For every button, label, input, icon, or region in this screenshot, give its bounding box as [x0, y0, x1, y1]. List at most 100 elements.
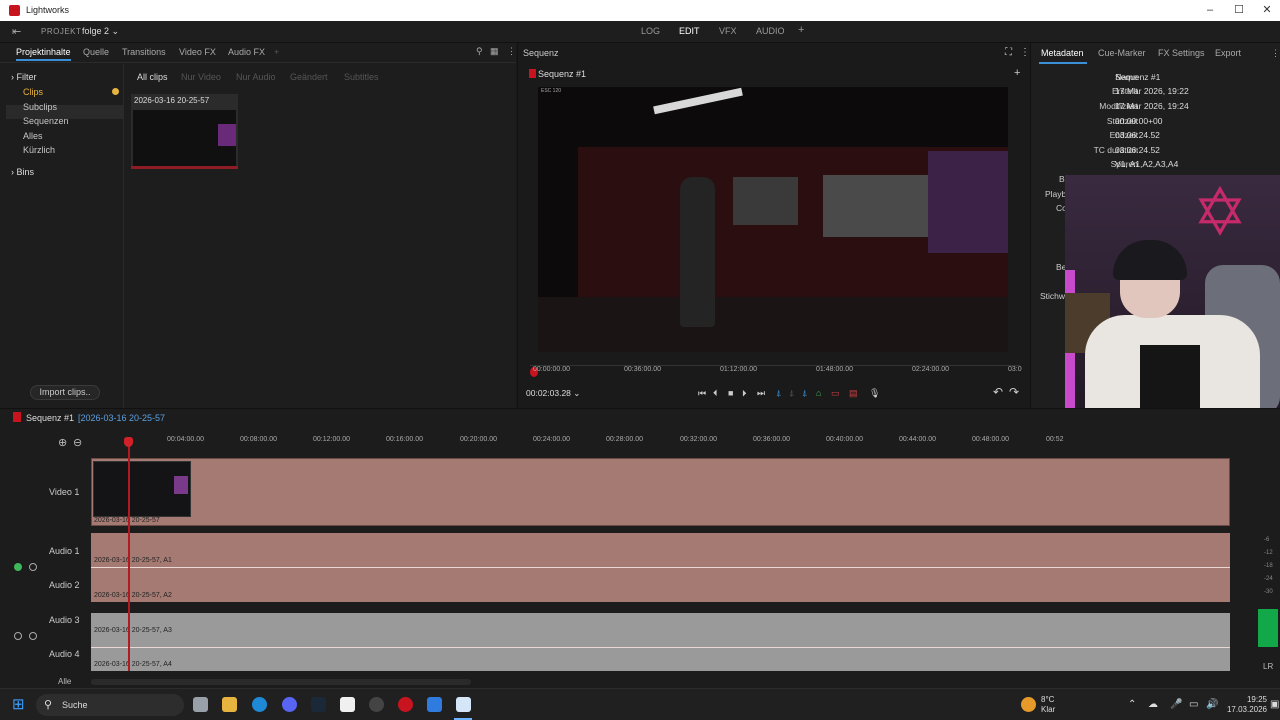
add-cue-icon[interactable]: ⌂ [816, 388, 821, 398]
windows-start-icon[interactable]: ⊞ [12, 697, 27, 712]
mark-out-icon[interactable]: ⍋ [802, 388, 807, 399]
viewer-timecode[interactable]: 00:02:03.28 ⌄ [526, 388, 580, 399]
clear-marks-icon[interactable]: ⍋ [789, 388, 794, 399]
minimize-button[interactable]: – [1200, 3, 1220, 18]
tab-audio[interactable]: AUDIO [756, 26, 785, 36]
record-voiceover-icon[interactable]: 🎙 [869, 388, 880, 399]
stop-icon[interactable]: ■ [728, 388, 733, 398]
viewer-ruler[interactable]: 00:00:00.00 00:36:00.00 01:12:00.00 01:4… [530, 366, 1022, 376]
filter-all-clips[interactable]: All clips [137, 72, 168, 82]
playhead-handle[interactable] [124, 437, 133, 447]
mark-in-icon[interactable]: ⍋ [776, 388, 781, 399]
sidebar-item-subclips[interactable]: Subclips [23, 102, 57, 112]
tab-fx-settings[interactable]: FX Settings [1158, 48, 1205, 58]
timeline-clip-name[interactable]: [2026-03-16 20-25-57 [78, 413, 165, 423]
tab-audio-fx[interactable]: Audio FX [228, 47, 265, 57]
clip-thumbnail[interactable]: 2026-03-16 20-25-57 [131, 94, 238, 169]
sidebar-item-kurzlich[interactable]: Kürzlich [23, 145, 55, 155]
app-grid-icon[interactable] [340, 697, 355, 712]
track-label-audio-1[interactable]: Audio 1 [49, 546, 80, 556]
filter-nur-audio[interactable]: Nur Audio [236, 72, 276, 82]
tab-video-fx[interactable]: Video FX [179, 47, 216, 57]
tab-export[interactable]: Export [1215, 48, 1241, 58]
import-clips-button[interactable]: Import clips.. [30, 385, 100, 400]
audio-track-3-4[interactable] [91, 613, 1230, 671]
alle-tracks-label[interactable]: Alle [58, 677, 71, 686]
timeline-tick: 00:24:00.00 [533, 436, 570, 443]
taskbar-search-box[interactable] [36, 694, 184, 716]
filter-subtitles[interactable]: Subtitles [344, 72, 379, 82]
insert-icon[interactable]: ▭ [831, 388, 840, 399]
track-label-audio-4[interactable]: Audio 4 [49, 649, 80, 659]
weather-icon[interactable] [1021, 697, 1036, 712]
notification-icon[interactable]: ▣ [1270, 699, 1279, 710]
maximize-button[interactable]: ☐ [1229, 3, 1249, 18]
add-tab-button[interactable]: + [798, 24, 804, 36]
tab-quelle[interactable]: Quelle [83, 47, 109, 57]
sidebar-item-alles[interactable]: Alles [23, 131, 43, 141]
step-back-icon[interactable]: ⏴ [713, 388, 718, 399]
steam-icon[interactable] [311, 697, 326, 712]
search-icon[interactable]: ⚲ [476, 46, 483, 57]
viewer-more-icon[interactable]: ⋮ [1020, 47, 1030, 58]
sidebar-item-sequenzen[interactable]: Sequenzen [23, 116, 69, 126]
filter-geandert[interactable]: Geändert [290, 72, 328, 82]
zoom-in-icon[interactable]: ⊕ [58, 436, 67, 449]
close-button[interactable]: ✕ [1257, 3, 1277, 18]
taskbar-clock[interactable]: 19:25 17.03.2026 [1215, 695, 1267, 715]
edge-browser-icon[interactable] [252, 697, 267, 712]
exit-project-icon[interactable]: ⇤ [12, 25, 26, 38]
meta-more-icon[interactable]: ⋮ [1271, 48, 1280, 59]
timeline-playhead[interactable] [128, 439, 130, 671]
tab-vfx[interactable]: VFX [719, 26, 737, 36]
add-panel-tab-button[interactable]: + [274, 47, 279, 57]
tab-cue-marker[interactable]: Cue-Marker [1098, 48, 1146, 58]
audio-1-2-monitor-toggle[interactable] [14, 563, 22, 571]
lightworks-taskbar-icon[interactable] [456, 697, 471, 712]
track-label-audio-2[interactable]: Audio 2 [49, 580, 80, 590]
tab-log[interactable]: LOG [641, 26, 660, 36]
redo-icon[interactable]: ↷ [1009, 385, 1019, 399]
tab-projektinhalte[interactable]: Projektinhalte [16, 47, 71, 61]
tray-app-icon[interactable]: ☁ [1148, 699, 1158, 710]
timeline-scrollbar[interactable] [91, 679, 471, 685]
play-icon[interactable]: ⏵ [742, 388, 747, 399]
diamond-app-icon[interactable] [427, 697, 442, 712]
tab-metadaten[interactable]: Metadaten [1041, 48, 1084, 58]
overwrite-icon[interactable]: ▤ [849, 388, 858, 399]
video-track-1[interactable] [91, 458, 1230, 526]
filter-nur-video[interactable]: Nur Video [181, 72, 221, 82]
discord-icon[interactable] [282, 697, 297, 712]
project-selector[interactable]: folge 2 ⌄ [82, 26, 119, 37]
more-options-icon[interactable]: ⋮ [507, 46, 516, 57]
file-explorer-icon[interactable] [222, 697, 237, 712]
audio-3-4-solo-toggle[interactable] [29, 632, 37, 640]
weather-widget[interactable]: 8°C Klar [1041, 695, 1055, 715]
track-label-video-1[interactable]: Video 1 [49, 487, 79, 497]
tray-network-icon[interactable]: ▭ [1189, 699, 1198, 710]
zoom-out-icon[interactable]: ⊖ [73, 436, 82, 449]
tray-mic-icon[interactable]: 🎤 [1170, 699, 1182, 710]
fullscreen-icon[interactable]: ⛶ [1005, 47, 1012, 58]
tab-transitions[interactable]: Transitions [122, 47, 166, 57]
filter-toggle[interactable]: › Filter [11, 72, 37, 82]
viewer-add-icon[interactable]: + [1014, 67, 1020, 79]
tab-edit[interactable]: EDIT [679, 26, 700, 36]
grid-view-icon[interactable]: ▦ [490, 46, 499, 57]
sidebar-item-clips[interactable]: Clips [23, 87, 43, 97]
video-webcam-overlay [928, 151, 1008, 253]
task-view-icon[interactable] [193, 697, 208, 712]
tray-overflow-icon[interactable]: ⌃ [1128, 699, 1136, 710]
undo-icon[interactable]: ↶ [993, 385, 1003, 399]
goto-end-icon[interactable]: ⏭ [757, 388, 765, 399]
audio-1-2-solo-toggle[interactable] [29, 563, 37, 571]
video-frame[interactable]: ESC 120 [538, 87, 1008, 352]
obs-icon[interactable] [369, 697, 384, 712]
audio-3-4-monitor-toggle[interactable] [14, 632, 22, 640]
video-clip-thumbnail[interactable] [93, 461, 191, 517]
bins-toggle[interactable]: › Bins [11, 167, 34, 177]
track-label-audio-3[interactable]: Audio 3 [49, 615, 80, 625]
goto-start-icon[interactable]: ⏮ [698, 388, 706, 399]
map-pin-icon[interactable] [398, 697, 413, 712]
ruler-tick: 00:36:00.00 [624, 366, 661, 373]
